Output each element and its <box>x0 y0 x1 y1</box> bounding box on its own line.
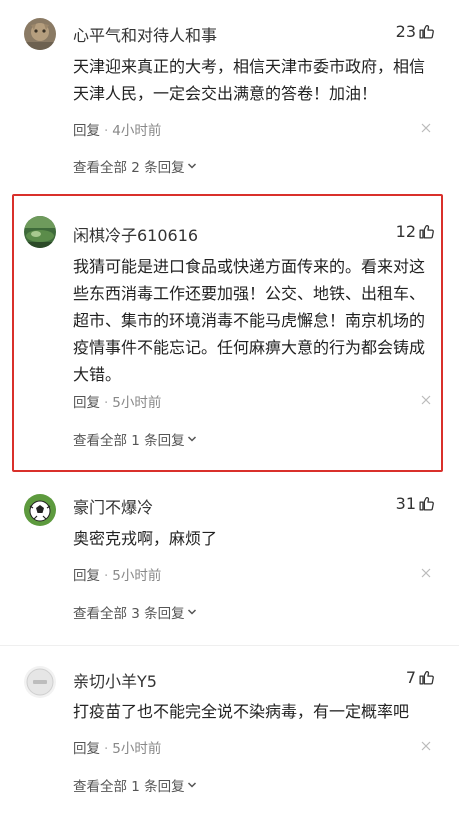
like-button[interactable]: 31 <box>396 494 435 513</box>
comment-meta: 回复 · 5小时前 <box>73 568 162 584</box>
reply-button[interactable]: 回复 <box>73 568 100 584</box>
timestamp: 5小时前 <box>112 568 162 584</box>
view-all-label: 查看全部 1 条回复 <box>73 779 185 795</box>
view-all-label: 查看全部 1 条回复 <box>73 433 185 449</box>
comment-item: 亲切小羊Y5 7 打疫苗了也不能完全说不染病毒，有一定概率吧 回复 · 5小时前 查… <box>0 652 459 816</box>
view-all-replies[interactable]: 查看全部 2 条回复 <box>73 156 197 176</box>
chevron-down-icon <box>187 436 196 442</box>
thumbs-up-icon <box>419 25 434 39</box>
close-icon[interactable] <box>421 741 431 751</box>
comment-text: 天津迎来真正的大考，相信天津市委市政府，相信天津人民，一定会交出满意的答卷！加油… <box>73 57 426 103</box>
close-icon[interactable] <box>421 395 431 405</box>
close-icon[interactable] <box>421 123 431 133</box>
view-all-label: 查看全部 3 条回复 <box>73 606 185 622</box>
username[interactable]: 心平气和对待人和事 <box>73 22 217 46</box>
reply-button[interactable]: 回复 <box>73 741 100 757</box>
like-count: 23 <box>395 22 416 41</box>
comment-meta: 回复 · 5小时前 <box>73 395 162 411</box>
view-all-replies[interactable]: 查看全部 1 条回复 <box>73 429 197 449</box>
comment-text: 奥密克戎啊，麻烦了 <box>73 529 218 548</box>
avatar[interactable] <box>24 494 56 526</box>
chevron-down-icon <box>187 163 196 169</box>
chevron-down-icon <box>187 782 196 788</box>
like-button[interactable]: 7 <box>406 668 435 687</box>
divider <box>0 645 459 646</box>
like-button[interactable]: 12 <box>396 222 435 241</box>
comment-meta: 回复 · 4小时前 <box>73 123 162 139</box>
avatar[interactable] <box>24 18 56 50</box>
avatar[interactable] <box>24 666 56 698</box>
view-all-replies[interactable]: 查看全部 1 条回复 <box>73 775 197 795</box>
comment-text: 打疫苗了也不能完全说不染病毒，有一定概率吧 <box>73 702 410 721</box>
chevron-down-icon <box>187 609 196 615</box>
thumbs-up-icon <box>419 671 434 685</box>
thumbs-up-icon <box>419 497 434 511</box>
like-button[interactable]: 23 <box>396 22 435 41</box>
timestamp: 5小时前 <box>112 741 162 757</box>
timestamp: 4小时前 <box>112 123 162 139</box>
view-all-label: 查看全部 2 条回复 <box>73 160 185 176</box>
comment-text: 我猜可能是进口食品或快递方面传来的。看来对这些东西消毒工作还要加强！公交、地铁、… <box>73 257 426 384</box>
comment-item: 闲棋冷子610616 12 我猜可能是进口食品或快递方面传来的。看来对这些东西消… <box>0 200 459 470</box>
like-count: 7 <box>405 668 416 687</box>
close-icon[interactable] <box>421 568 431 578</box>
reply-button[interactable]: 回复 <box>73 123 100 139</box>
reply-button[interactable]: 回复 <box>73 395 100 411</box>
comment-meta: 回复 · 5小时前 <box>73 741 162 757</box>
username[interactable]: 豪门不爆冷 <box>73 494 153 518</box>
like-count: 31 <box>395 494 416 513</box>
view-all-replies[interactable]: 查看全部 3 条回复 <box>73 602 197 622</box>
like-count: 12 <box>395 222 416 241</box>
avatar[interactable] <box>24 216 56 248</box>
username[interactable]: 闲棋冷子610616 <box>73 222 198 246</box>
comment-item: 心平气和对待人和事 23 天津迎来真正的大考，相信天津市委市政府，相信天津人民，… <box>0 0 459 190</box>
username[interactable]: 亲切小羊Y5 <box>73 668 157 692</box>
timestamp: 5小时前 <box>112 395 162 411</box>
comment-item: 豪门不爆冷 31 奥密克戎啊，麻烦了 回复 · 5小时前 查看全部 3 条回复 <box>0 478 459 638</box>
thumbs-up-icon <box>419 225 434 239</box>
